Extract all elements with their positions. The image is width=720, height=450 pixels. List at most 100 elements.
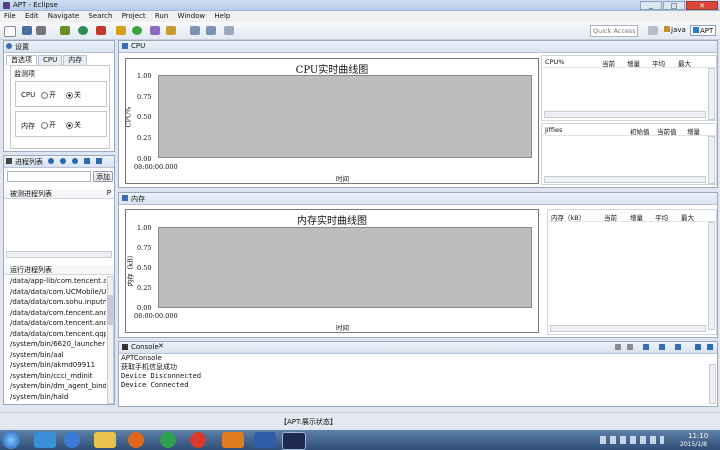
tray-icons[interactable] — [600, 436, 664, 444]
maximize-button[interactable]: □ — [663, 1, 685, 10]
cpu-on-radio[interactable]: 开 — [38, 90, 56, 100]
console-view-title[interactable]: Console — [131, 343, 159, 351]
column-header[interactable]: 增量 — [687, 126, 700, 136]
cpu-percent-hscroll[interactable] — [544, 111, 706, 118]
column-header[interactable]: 平均 — [655, 212, 668, 222]
ie-icon[interactable] — [64, 432, 80, 448]
quick-access-input[interactable] — [590, 25, 638, 37]
running-vscroll-thumb[interactable] — [108, 295, 113, 325]
menu-help[interactable]: Help — [214, 12, 230, 20]
new-icon[interactable] — [4, 26, 16, 37]
open-type-icon[interactable] — [150, 26, 160, 35]
list-item[interactable]: /system/bin/akmd09911 — [4, 360, 106, 371]
eclipse-taskbar-icon[interactable] — [282, 432, 306, 450]
menu-file[interactable]: File — [4, 12, 16, 20]
refresh-icon[interactable] — [48, 158, 54, 164]
debug-icon[interactable] — [60, 26, 70, 35]
tab-memory[interactable]: 内存 — [63, 55, 88, 65]
column-header[interactable]: 最大 — [678, 58, 691, 68]
minimize-view-icon[interactable] — [695, 344, 701, 350]
tab-cpu[interactable]: CPU — [38, 55, 63, 65]
wechat-icon[interactable] — [160, 432, 176, 448]
column-header[interactable]: 当前 — [602, 58, 615, 68]
open-console-icon[interactable] — [675, 344, 681, 350]
console-vscroll[interactable] — [709, 364, 716, 404]
column-header[interactable]: 增量 — [627, 58, 640, 68]
menu-run[interactable]: Run — [155, 12, 168, 20]
firefox-icon[interactable] — [128, 432, 144, 448]
word-app-icon[interactable] — [254, 432, 276, 448]
search-icon[interactable] — [166, 26, 176, 35]
explorer-icon[interactable] — [94, 432, 116, 448]
nav-icon[interactable] — [224, 26, 234, 35]
memory-off-radio[interactable]: 关 — [63, 120, 81, 130]
taskbar-app-icon[interactable] — [34, 432, 56, 448]
list-item[interactable]: /data/data/com.tencent.qqpin... — [4, 329, 106, 340]
display-console-icon[interactable] — [659, 344, 665, 350]
monitored-hscroll[interactable] — [6, 251, 112, 258]
maximize-view-icon[interactable] — [707, 344, 713, 350]
print-icon[interactable] — [36, 26, 46, 35]
menu-edit[interactable]: Edit — [25, 12, 39, 20]
list-item[interactable]: /system/bin/aal — [4, 350, 106, 361]
column-header[interactable]: 平均 — [652, 58, 665, 68]
list-item[interactable]: /data/app-lib/com.tencent.and... — [4, 276, 106, 287]
list-item[interactable]: /system/bin/hald — [4, 392, 106, 403]
new-class-icon[interactable] — [132, 26, 142, 35]
list-item[interactable]: /system/bin/ccci_mdinit — [4, 371, 106, 382]
memory-vscroll[interactable] — [708, 222, 715, 330]
game-app-icon[interactable] — [222, 432, 244, 448]
close-button[interactable]: ✕ — [686, 1, 718, 10]
process-name-input[interactable] — [7, 171, 91, 182]
clear-console-icon[interactable] — [615, 344, 621, 350]
cpu-percent-vscroll[interactable] — [708, 68, 715, 120]
new-package-icon[interactable] — [116, 26, 126, 35]
pin-console-icon[interactable] — [643, 344, 649, 350]
open-perspective-icon[interactable] — [648, 26, 658, 35]
run-icon[interactable] — [78, 26, 88, 35]
list-item[interactable]: /system/bin/dm_agent_binder — [4, 381, 106, 392]
menu-search[interactable]: Search — [88, 12, 112, 20]
stop-icon[interactable] — [72, 158, 78, 164]
menu-navigate[interactable]: Navigate — [48, 12, 79, 20]
scroll-lock-icon[interactable] — [627, 344, 633, 350]
chrome-icon[interactable] — [190, 432, 206, 448]
column-header[interactable]: 最大 — [681, 212, 694, 222]
save-icon[interactable] — [22, 26, 32, 35]
memory-on-radio[interactable]: 开 — [38, 120, 56, 130]
list-item[interactable]: /system/bin/6620_launcher — [4, 339, 106, 350]
column-header[interactable]: 当前值 — [657, 126, 677, 136]
minimize-view-icon[interactable] — [84, 158, 90, 164]
maximize-view-icon[interactable] — [96, 158, 102, 164]
cpu-view-tab[interactable]: CPU — [131, 42, 145, 50]
minimize-button[interactable]: _ — [640, 1, 662, 10]
column-header[interactable]: 内存（kB） — [551, 212, 585, 222]
close-tab-icon[interactable]: ✕ — [158, 342, 164, 350]
tab-preferences[interactable]: 首选项 — [6, 55, 37, 65]
column-header[interactable]: 初始值 — [630, 126, 650, 136]
memory-view-tab[interactable]: 内存 — [131, 194, 145, 204]
column-header[interactable]: 增量 — [630, 212, 643, 222]
add-process-button[interactable]: 添加 — [93, 171, 113, 182]
back-icon[interactable] — [190, 26, 200, 35]
start-button[interactable] — [2, 431, 20, 449]
menu-project[interactable]: Project — [122, 12, 146, 20]
menu-window[interactable]: Window — [178, 12, 206, 20]
forward-icon[interactable] — [206, 26, 216, 35]
list-item[interactable]: /data/data/com.UCMobile/UC... — [4, 287, 106, 298]
memory-hscroll[interactable] — [550, 325, 706, 332]
perspective-apt[interactable]: APT — [690, 25, 717, 36]
column-header[interactable]: CPU% — [545, 58, 564, 66]
list-item[interactable]: /data/data/com.sohu.inputmet... — [4, 297, 106, 308]
list-item[interactable]: /data/data/com.tencent.androi... — [4, 308, 106, 319]
running-vscroll[interactable] — [107, 276, 114, 404]
column-header[interactable]: Jiffies — [545, 126, 562, 134]
external-tools-icon[interactable] — [96, 26, 106, 35]
cpu-off-radio[interactable]: 关 — [63, 90, 81, 100]
column-header[interactable]: 当前 — [604, 212, 617, 222]
jiffies-vscroll[interactable] — [708, 136, 715, 184]
list-item[interactable]: /data/data/com.tencent.androi... — [4, 318, 106, 329]
perspective-java[interactable]: Java — [662, 25, 688, 36]
jiffies-hscroll[interactable] — [544, 176, 706, 183]
start-icon[interactable] — [60, 158, 66, 164]
